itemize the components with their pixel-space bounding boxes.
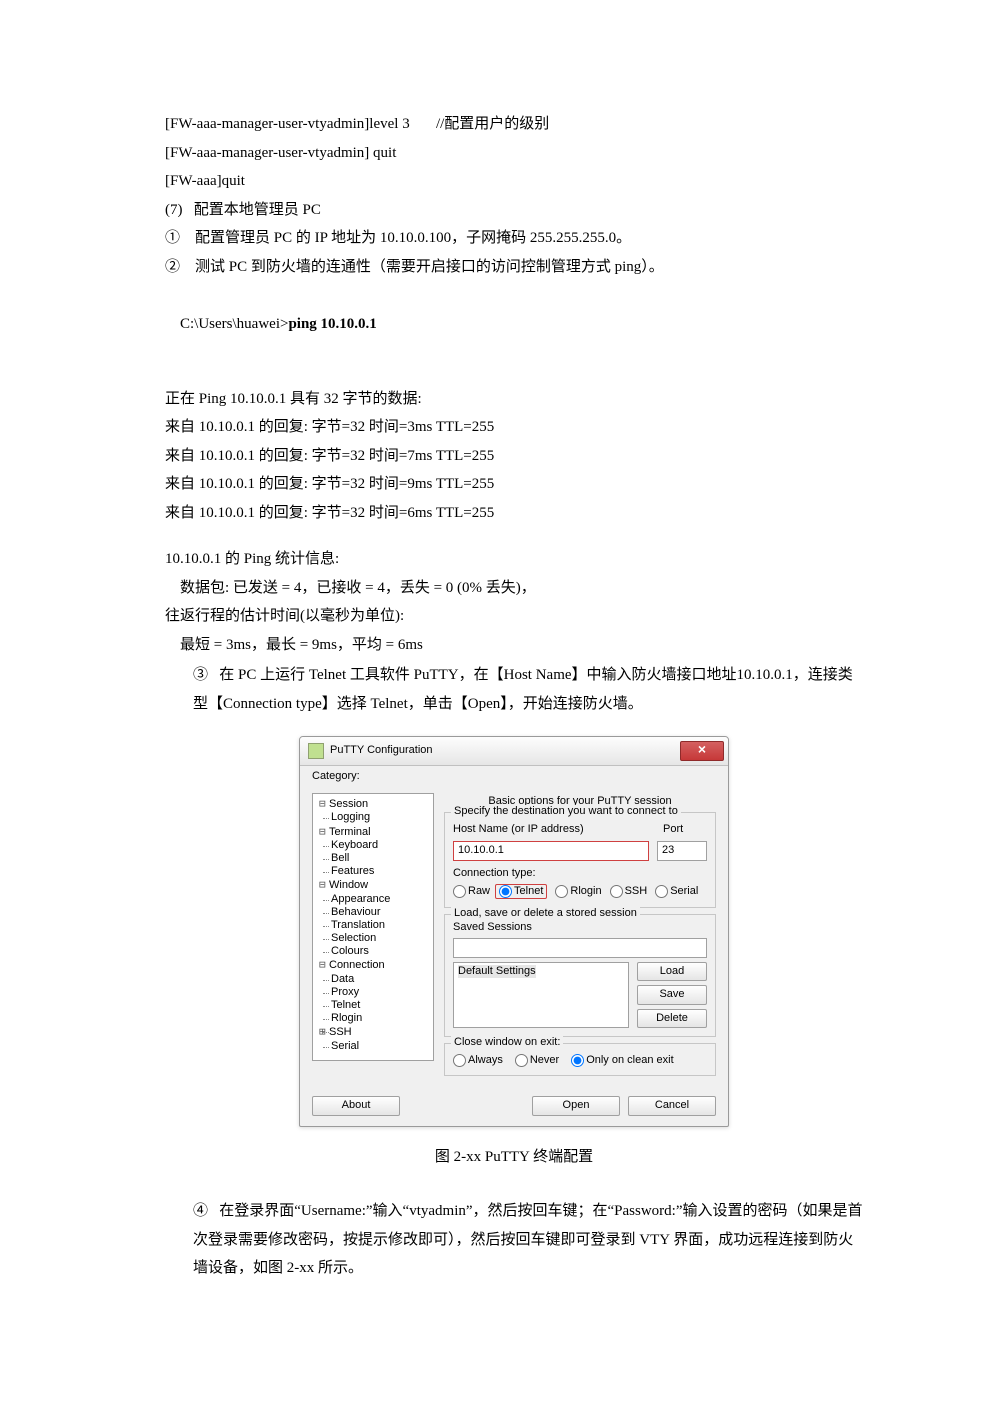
saved-session-input[interactable] — [453, 938, 707, 958]
tree-item-keyboard[interactable]: Keyboard — [331, 839, 378, 851]
default-settings-item[interactable]: Default Settings — [458, 965, 536, 978]
ping-reply-4: 来自 10.10.0.1 的回复: 字节=32 时间=6ms TTL=255 — [165, 499, 863, 528]
ping-reply-2: 来自 10.10.0.1 的回复: 字节=32 时间=7ms TTL=255 — [165, 442, 863, 471]
step7-heading: (7) 配置本地管理员 PC — [165, 196, 863, 225]
config-line-3: [FW-aaa]quit — [165, 167, 863, 196]
step7-1: ① 配置管理员 PC 的 IP 地址为 10.10.0.100，子网掩码 255… — [165, 224, 863, 253]
document-page: [FW-aaa-manager-user-vtyadmin]level 3 //… — [0, 0, 993, 1404]
radio-serial[interactable]: Serial — [655, 885, 698, 898]
host-label: Host Name (or IP address) — [453, 823, 584, 835]
tree-item-connection[interactable]: Connection — [329, 959, 385, 971]
port-label: Port — [663, 823, 683, 835]
destination-title: Specify the destination you want to conn… — [451, 805, 681, 818]
config-line-1: [FW-aaa-manager-user-vtyadmin]level 3 //… — [165, 110, 863, 139]
ping-rtt: 往返行程的估计时间(以毫秒为单位): — [165, 602, 863, 631]
tree-item-translation[interactable]: Translation — [331, 919, 385, 931]
tree-item-telnet[interactable]: Telnet — [331, 999, 360, 1011]
tree-item-appearance[interactable]: Appearance — [331, 893, 390, 905]
category-tree[interactable]: ⊟Session Logging ⊟Terminal Keyboard Bell… — [312, 793, 434, 1061]
ping-stats: 10.10.0.1 的 Ping 统计信息: — [165, 545, 863, 574]
step7-2: ② 测试 PC 到防火墙的连通性（需要开启接口的访问控制管理方式 ping）。 — [165, 253, 863, 282]
conn-type-label: Connection type: — [453, 867, 707, 880]
ping-command: C:\Users\huawei>ping 10.10.0.1 — [165, 281, 863, 367]
tree-item-window[interactable]: Window — [329, 879, 368, 891]
tree-item-data[interactable]: Data — [331, 973, 354, 985]
radio-clean[interactable]: Only on clean exit — [571, 1054, 673, 1067]
ping-packets: 数据包: 已发送 = 4，已接收 = 4，丢失 = 0 (0% 丢失)， — [165, 574, 863, 603]
tree-item-features[interactable]: Features — [331, 865, 374, 877]
host-input[interactable]: 10.10.0.1 — [453, 841, 649, 861]
load-button[interactable]: Load — [637, 962, 707, 981]
radio-raw[interactable]: Raw — [453, 885, 490, 898]
tree-item-logging[interactable]: Logging — [331, 811, 370, 823]
sessions-list[interactable]: Default Settings — [453, 962, 629, 1028]
ping-times: 最短 = 3ms，最长 = 9ms，平均 = 6ms — [165, 631, 863, 660]
ping-header: 正在 Ping 10.10.0.1 具有 32 字节的数据: — [165, 385, 863, 414]
tree-item-behaviour[interactable]: Behaviour — [331, 906, 381, 918]
close-fieldset: Close window on exit: Always Never Only … — [444, 1043, 716, 1076]
category-label: Category: — [300, 766, 728, 785]
save-button[interactable]: Save — [637, 985, 707, 1004]
tree-item-bell[interactable]: Bell — [331, 852, 349, 864]
tree-item-colours[interactable]: Colours — [331, 945, 369, 957]
close-button[interactable]: × — [680, 741, 724, 761]
tree-item-terminal[interactable]: Terminal — [329, 826, 371, 838]
config-line-2: [FW-aaa-manager-user-vtyadmin] quit — [165, 139, 863, 168]
ping-reply-1: 来自 10.10.0.1 的回复: 字节=32 时间=3ms TTL=255 — [165, 413, 863, 442]
about-button[interactable]: About — [312, 1096, 400, 1115]
radio-never[interactable]: Never — [515, 1054, 559, 1067]
close-title: Close window on exit: — [451, 1036, 563, 1049]
titlebar: PuTTY Configuration × — [300, 737, 728, 766]
putty-screenshot: PuTTY Configuration × Category: ⊟Session… — [299, 736, 729, 1171]
tree-item-session[interactable]: Session — [329, 798, 368, 810]
putty-app-icon — [308, 743, 324, 759]
tree-item-selection[interactable]: Selection — [331, 932, 376, 944]
saved-sessions-label: Saved Sessions — [453, 921, 707, 934]
port-input[interactable]: 23 — [657, 841, 707, 861]
sessions-fieldset: Load, save or delete a stored session Sa… — [444, 914, 716, 1037]
destination-fieldset: Specify the destination you want to conn… — [444, 812, 716, 908]
step7-3: ③ 在 PC 上运行 Telnet 工具软件 PuTTY，在【Host Name… — [193, 661, 863, 718]
radio-telnet[interactable]: Telnet — [495, 884, 547, 899]
session-panel: Basic options for your PuTTY session Spe… — [444, 793, 716, 1082]
radio-ssh[interactable]: SSH — [610, 885, 648, 898]
radio-always[interactable]: Always — [453, 1054, 503, 1067]
window-title: PuTTY Configuration — [330, 744, 433, 757]
ping-command-text: ping 10.10.0.1 — [288, 316, 376, 332]
putty-window: PuTTY Configuration × Category: ⊟Session… — [299, 736, 729, 1127]
delete-button[interactable]: Delete — [637, 1009, 707, 1028]
sessions-title: Load, save or delete a stored session — [451, 907, 640, 920]
open-button[interactable]: Open — [532, 1096, 620, 1115]
tree-item-ssh[interactable]: SSH — [329, 1026, 352, 1038]
tree-item-serial[interactable]: Serial — [331, 1040, 359, 1052]
tree-item-proxy[interactable]: Proxy — [331, 986, 359, 998]
cancel-button[interactable]: Cancel — [628, 1096, 716, 1115]
figure-caption: 图 2-xx PuTTY 终端配置 — [299, 1143, 729, 1172]
tree-item-rlogin[interactable]: Rlogin — [331, 1012, 362, 1024]
radio-rlogin[interactable]: Rlogin — [555, 885, 601, 898]
ping-reply-3: 来自 10.10.0.1 的回复: 字节=32 时间=9ms TTL=255 — [165, 470, 863, 499]
step7-4: ④ 在登录界面“Username:”输入“vtyadmin”，然后按回车键；在“… — [193, 1197, 863, 1283]
ping-prefix: C:\Users\huawei> — [180, 316, 288, 332]
